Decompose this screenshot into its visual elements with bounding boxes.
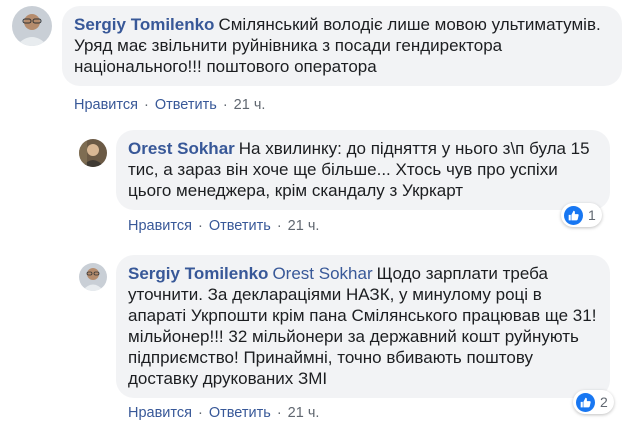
comment-actions: Нравится · Ответить · 21 ч. [128, 218, 319, 234]
comment-bubble: Orest Sokhar На хвилинку: до підняття у н… [116, 130, 610, 210]
comment-author[interactable]: Orest Sokhar [128, 139, 235, 158]
avatar[interactable] [12, 6, 52, 46]
like-button[interactable]: Нравится [128, 405, 192, 421]
reaction-count[interactable]: 2 [573, 390, 614, 414]
mention-link[interactable]: Orest Sokhar [272, 264, 372, 283]
separator: · [276, 218, 282, 234]
reply-button[interactable]: Ответить [209, 405, 271, 421]
separator: · [143, 97, 149, 113]
comment-author[interactable]: Sergiy Tomilenko [74, 15, 214, 34]
timestamp[interactable]: 21 ч. [288, 405, 320, 421]
like-icon [564, 205, 583, 225]
comment-bubble: Sergiy Tomilenko Смілянський володіє лише… [62, 6, 622, 86]
reaction-number: 2 [600, 394, 608, 410]
separator: · [197, 218, 203, 234]
separator: · [197, 405, 203, 421]
timestamp[interactable]: 21 ч. [288, 218, 320, 234]
reaction-count[interactable]: 1 [561, 203, 602, 227]
reply-button[interactable]: Ответить [209, 218, 271, 234]
reply-button[interactable]: Ответить [155, 97, 217, 113]
like-button[interactable]: Нравится [128, 218, 192, 234]
like-button[interactable]: Нравится [74, 97, 138, 113]
avatar-image [79, 139, 107, 167]
timestamp[interactable]: 21 ч. [234, 97, 266, 113]
comment-author[interactable]: Sergiy Tomilenko [128, 264, 268, 283]
avatar[interactable] [79, 263, 107, 291]
avatar-image [12, 6, 52, 46]
separator: · [276, 405, 282, 421]
reaction-number: 1 [588, 207, 596, 223]
avatar[interactable] [79, 139, 107, 167]
comment-bubble: Sergiy Tomilenko Orest Sokhar Щодо зарплат… [116, 255, 610, 398]
like-icon [576, 392, 595, 412]
comment-actions: Нравится · Ответить · 21 ч. [128, 405, 319, 421]
separator: · [222, 97, 228, 113]
avatar-image [79, 263, 107, 291]
comment-actions: Нравится · Ответить · 21 ч. [74, 97, 265, 113]
